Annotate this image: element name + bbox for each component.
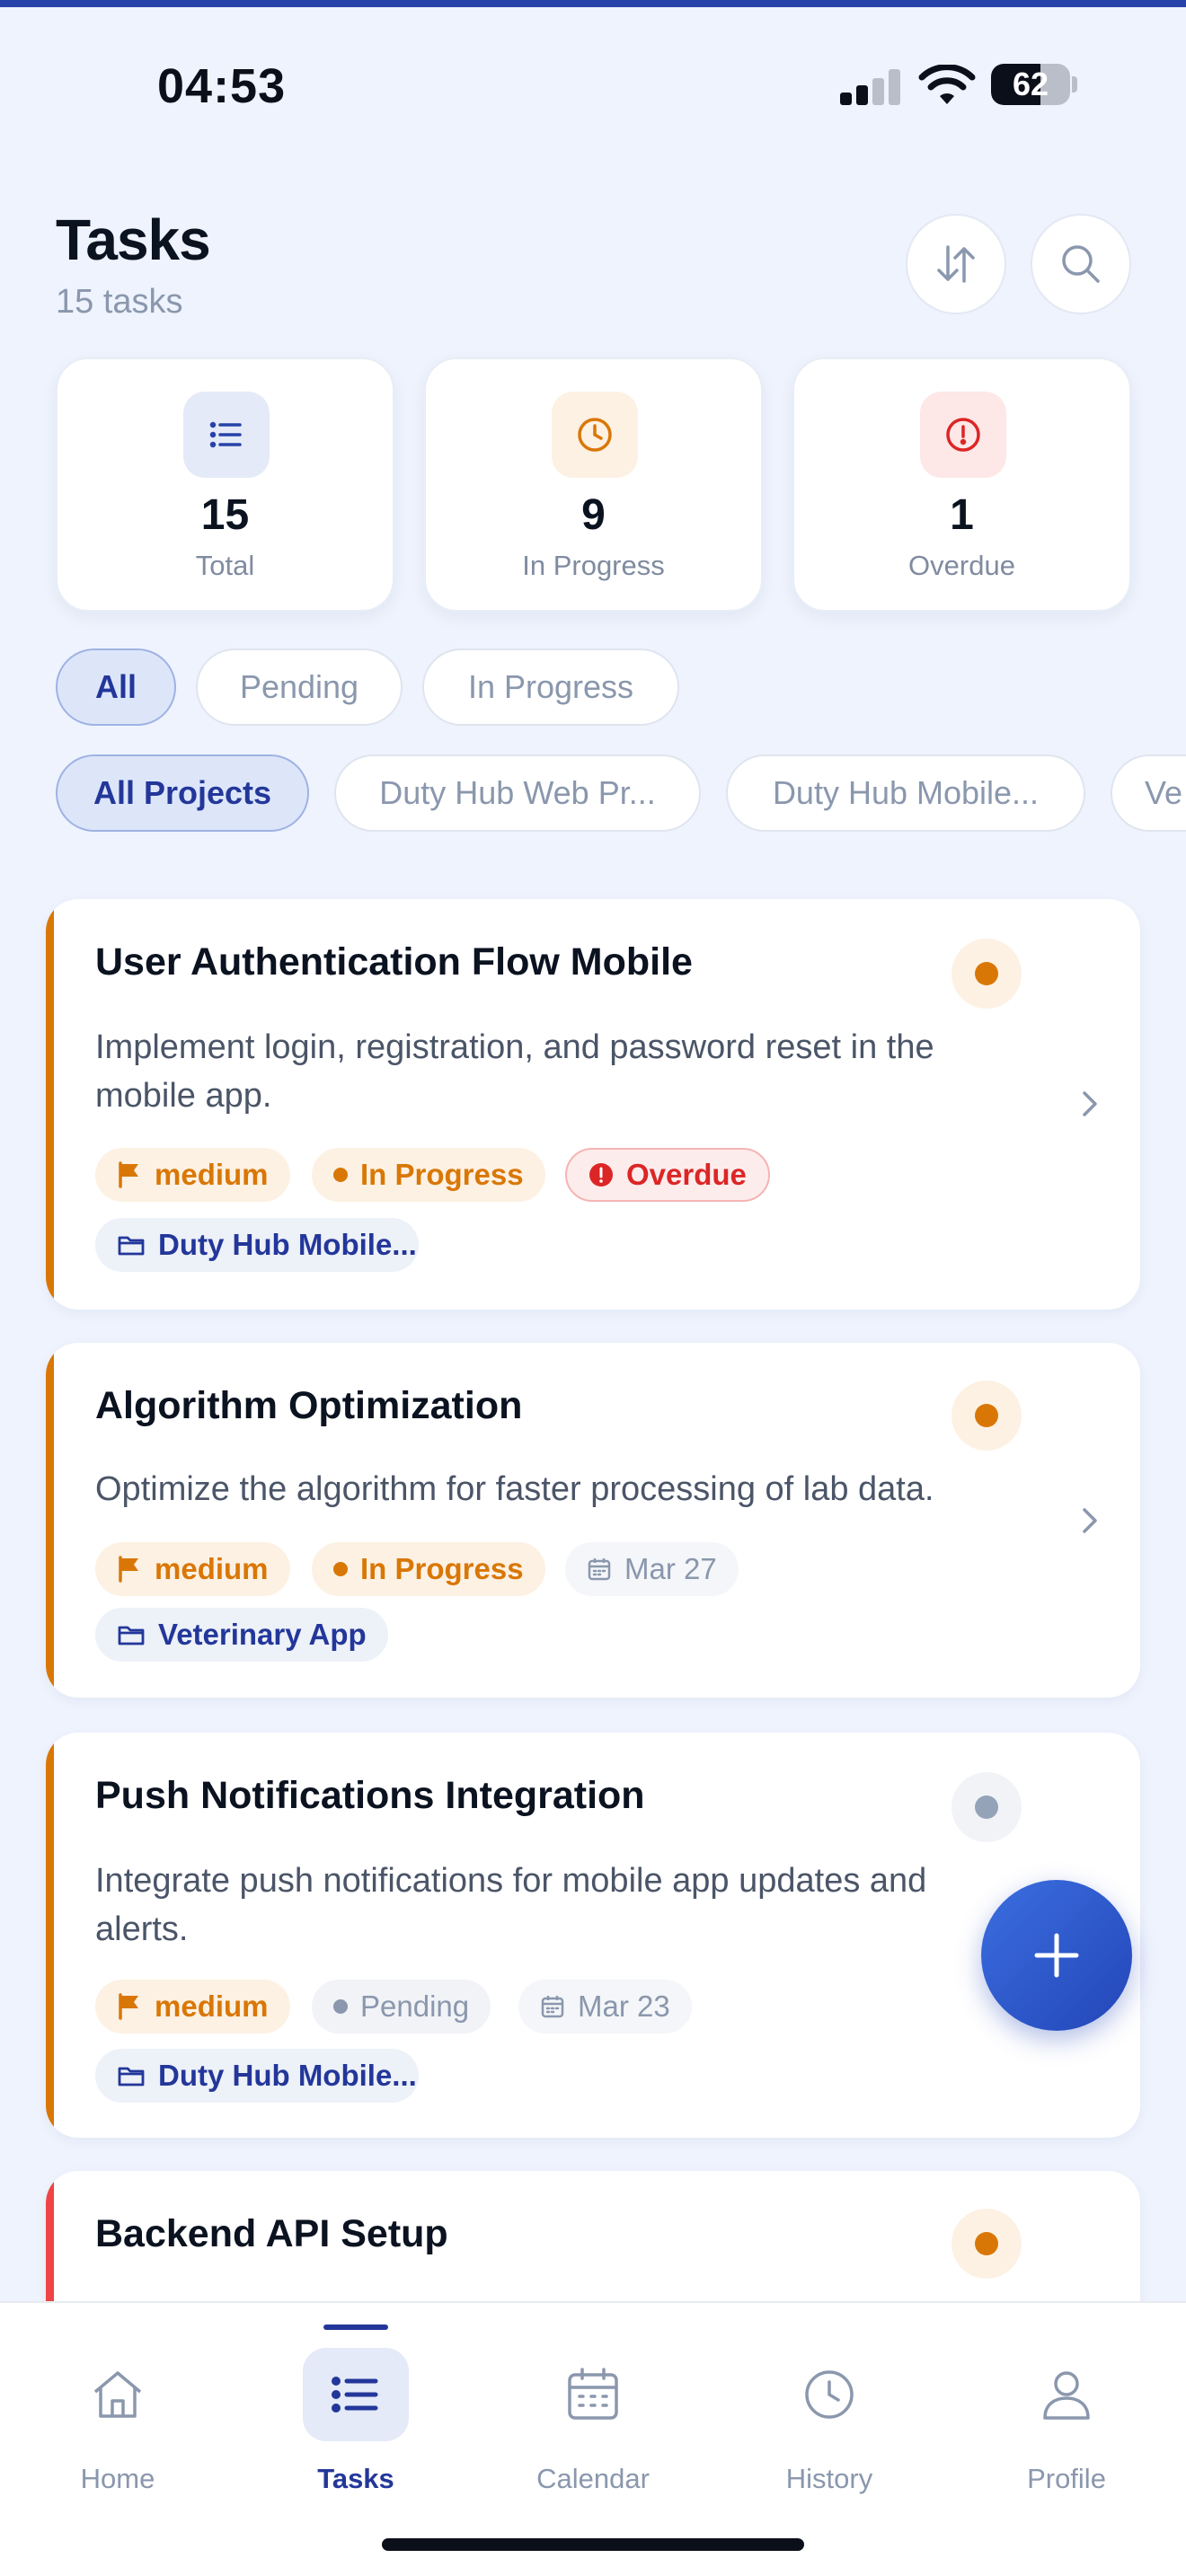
task-card[interactable]: Algorithm Optimization Optimize the algo… [46, 1343, 1140, 1698]
calendar-icon [588, 1558, 611, 1581]
stat-card-in-progress: 9 In Progress [424, 357, 763, 612]
stat-value: 1 [950, 491, 974, 539]
project-chip-duty-hub-mobile[interactable]: Duty Hub Mobile... [726, 754, 1085, 832]
status-dot-icon [333, 1168, 348, 1182]
status-dot-icon [333, 1999, 348, 2014]
priority-tag: medium [95, 1148, 290, 1202]
task-title: Backend API Setup [95, 2212, 448, 2255]
stat-value: 15 [200, 491, 250, 539]
bottom-navigation: Home Tasks Calendar History Profile [0, 2301, 1186, 2576]
sort-button[interactable] [906, 214, 1006, 314]
flag-icon [119, 1993, 138, 2020]
project-tag: Duty Hub Mobile... [95, 2049, 419, 2103]
status-tag: In Progress [312, 1148, 545, 1202]
nav-item-profile[interactable]: Profile [977, 2348, 1156, 2527]
task-card[interactable]: User Authentication Flow Mobile Implemen… [46, 899, 1140, 1310]
alert-circle-icon [920, 392, 1006, 478]
filter-chip-pending[interactable]: Pending [196, 648, 403, 726]
task-title: Push Notifications Integration [95, 1774, 645, 1817]
task-title: User Authentication Flow Mobile [95, 940, 693, 984]
overdue-tag: Overdue [565, 1148, 770, 1202]
list-icon [303, 2348, 409, 2441]
task-description: Implement login, registration, and passw… [95, 1028, 934, 1115]
project-chip-veterinary[interactable]: Ve [1111, 754, 1186, 832]
calendar-icon [540, 2348, 646, 2441]
task-description: Integrate push notifications for mobile … [95, 1862, 927, 1948]
top-accent-bar [0, 0, 1186, 7]
project-chip-duty-hub-web[interactable]: Duty Hub Web Pr... [334, 754, 701, 832]
status-tag: Pending [312, 1980, 491, 2033]
stat-card-overdue: 1 Overdue [792, 357, 1131, 612]
search-button[interactable] [1031, 214, 1131, 314]
project-tag: Duty Hub Mobile... [95, 1218, 419, 1272]
clock-icon [552, 392, 638, 478]
stat-label: In Progress [522, 550, 665, 581]
folder-icon [118, 1236, 145, 1256]
task-status-indicator [951, 1772, 1022, 1842]
home-indicator [382, 2538, 804, 2551]
chevron-right-icon [1083, 1508, 1097, 1533]
calendar-icon [541, 1996, 564, 2018]
project-chip-all[interactable]: All Projects [56, 754, 309, 832]
due-date-tag: Mar 27 [565, 1542, 739, 1596]
task-title: Algorithm Optimization [95, 1384, 523, 1427]
nav-item-calendar[interactable]: Calendar [503, 2348, 683, 2527]
folder-icon [118, 1626, 145, 1645]
flag-icon [119, 1556, 138, 1583]
nav-item-home[interactable]: Home [28, 2348, 208, 2527]
stat-label: Overdue [908, 550, 1015, 581]
priority-tag: medium [95, 1980, 290, 2033]
status-dot-icon [333, 1562, 348, 1576]
status-tag: In Progress [312, 1542, 545, 1596]
battery-level: 62 [1012, 66, 1049, 102]
battery-cap [1072, 76, 1077, 93]
clock-icon [776, 2348, 882, 2441]
priority-tag: medium [95, 1542, 290, 1596]
filter-chip-in-progress[interactable]: In Progress [422, 648, 679, 726]
task-status-indicator [951, 939, 1022, 1009]
task-status-indicator [951, 1381, 1022, 1451]
sort-icon [937, 245, 975, 283]
list-icon [183, 392, 270, 478]
stat-label: Total [195, 550, 255, 581]
alert-circle-icon [589, 1163, 613, 1187]
nav-item-tasks[interactable]: Tasks [266, 2348, 446, 2527]
plus-icon [1034, 1933, 1079, 1978]
stat-value: 9 [581, 491, 606, 539]
wifi-icon [918, 65, 976, 104]
search-icon [1062, 245, 1100, 283]
active-tab-indicator [323, 2325, 388, 2330]
task-card[interactable]: Push Notifications Integration Integrate… [46, 1733, 1140, 2138]
filter-chip-all[interactable]: All [56, 648, 176, 726]
task-status-indicator [951, 2209, 1022, 2279]
page-title: Tasks [56, 207, 211, 272]
status-bar: 04:53 62 [0, 49, 1186, 121]
nav-item-history[interactable]: History [739, 2348, 919, 2527]
project-tag: Veterinary App [95, 1608, 388, 1662]
user-icon [1013, 2348, 1120, 2441]
task-count: 15 tasks [56, 283, 183, 321]
task-description: Optimize the algorithm for faster proces… [95, 1470, 934, 1508]
chevron-right-icon [1083, 1091, 1097, 1116]
stat-card-total: 15 Total [56, 357, 394, 612]
status-time: 04:53 [157, 59, 287, 113]
battery-icon: 62 [991, 64, 1070, 105]
due-date-tag: Mar 23 [518, 1980, 692, 2033]
folder-icon [118, 2067, 145, 2086]
add-task-button[interactable] [981, 1880, 1132, 2031]
flag-icon [119, 1161, 138, 1188]
cellular-signal-icon [840, 69, 901, 105]
home-icon [65, 2348, 171, 2441]
